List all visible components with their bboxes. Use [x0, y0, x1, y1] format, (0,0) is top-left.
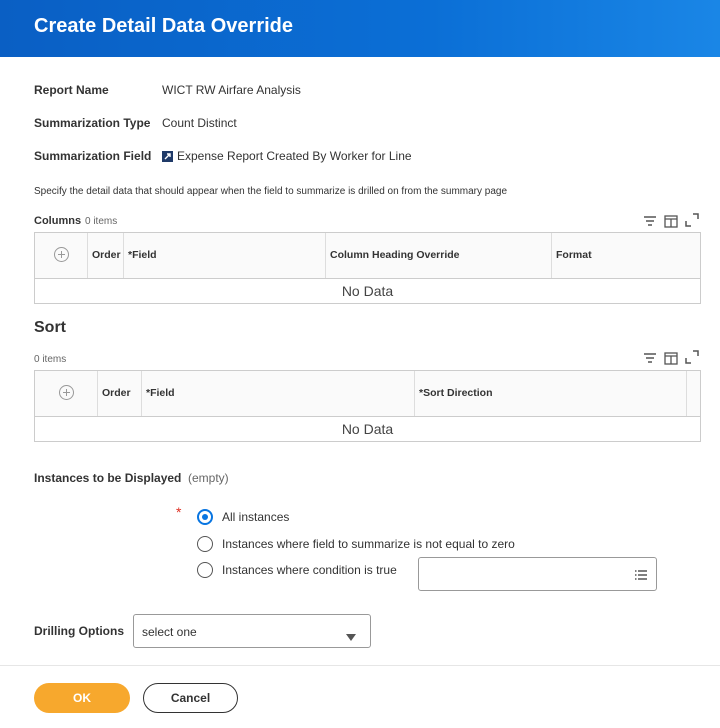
- columns-no-data: No Data: [341, 283, 394, 299]
- dialog-header: Create Detail Data Override: [0, 0, 720, 57]
- instances-label: Instances to be Displayed: [34, 471, 182, 485]
- columns-label: Columns: [34, 215, 82, 227]
- columns-grid: Order *Field Column Heading Override For…: [34, 232, 701, 304]
- required-indicator: *: [176, 504, 182, 520]
- summarization-type-label: Summarization Type: [34, 116, 151, 130]
- summarization-field-value[interactable]: Expense Report Created By Worker for Lin…: [162, 149, 412, 163]
- sort-grid: Order *Field *Sort Direction No Data: [34, 370, 701, 442]
- instances-value: (empty): [188, 471, 229, 485]
- columns-header-order: Order: [92, 249, 121, 261]
- radio-condition-true[interactable]: [197, 562, 213, 578]
- report-name-value: WICT RW Airfare Analysis: [162, 83, 301, 97]
- radio-all-instances-label[interactable]: All instances: [222, 510, 289, 524]
- sort-count: 0 items: [34, 354, 67, 365]
- ok-button[interactable]: OK: [34, 683, 130, 713]
- columns-grid-header: Order *Field Column Heading Override For…: [35, 233, 700, 279]
- radio-not-equal-zero[interactable]: [197, 536, 213, 552]
- sort-header-order: Order: [102, 387, 131, 399]
- filter-icon[interactable]: [642, 213, 658, 229]
- columns-header-field: *Field: [128, 249, 157, 261]
- radio-condition-true-label[interactable]: Instances where condition is true: [222, 563, 397, 577]
- prompt-list-icon[interactable]: [634, 568, 648, 586]
- sort-no-data: No Data: [341, 421, 394, 437]
- summarization-type-value: Count Distinct: [162, 116, 237, 130]
- drilling-options-value: select one: [142, 625, 197, 639]
- cancel-button[interactable]: Cancel: [143, 683, 238, 713]
- add-row-icon[interactable]: [54, 247, 69, 262]
- field-link-icon: [162, 150, 173, 162]
- report-name-label: Report Name: [34, 83, 109, 97]
- fullscreen-icon[interactable]: [684, 212, 700, 228]
- columns-count: 0 items: [85, 216, 118, 227]
- sort-header-direction: *Sort Direction: [419, 387, 493, 399]
- sort-heading: Sort: [34, 319, 66, 336]
- drilling-options-label: Drilling Options: [34, 624, 124, 638]
- columns-header-format: Format: [556, 249, 592, 261]
- condition-prompt-input[interactable]: [418, 557, 657, 591]
- summarization-field-text[interactable]: Expense Report Created By Worker for Lin…: [177, 149, 412, 163]
- sort-grid-header: Order *Field *Sort Direction: [35, 371, 700, 417]
- add-row-icon[interactable]: [59, 385, 74, 400]
- fullscreen-icon[interactable]: [684, 349, 700, 365]
- footer-divider: [0, 665, 720, 666]
- summarization-field-label: Summarization Field: [34, 149, 152, 163]
- sort-header-field: *Field: [146, 387, 175, 399]
- drilling-options-select[interactable]: select one: [133, 614, 371, 648]
- filter-icon[interactable]: [642, 350, 658, 366]
- dropdown-caret-icon[interactable]: [346, 628, 356, 646]
- dialog-title: Create Detail Data Override: [34, 15, 294, 37]
- radio-all-instances[interactable]: [197, 509, 213, 525]
- column-chooser-icon[interactable]: [663, 213, 679, 229]
- instructions-text: Specify the detail data that should appe…: [34, 186, 508, 197]
- radio-not-equal-zero-label[interactable]: Instances where field to summarize is no…: [222, 537, 515, 551]
- column-chooser-icon[interactable]: [663, 350, 679, 366]
- columns-header-heading-override: Column Heading Override: [330, 249, 460, 261]
